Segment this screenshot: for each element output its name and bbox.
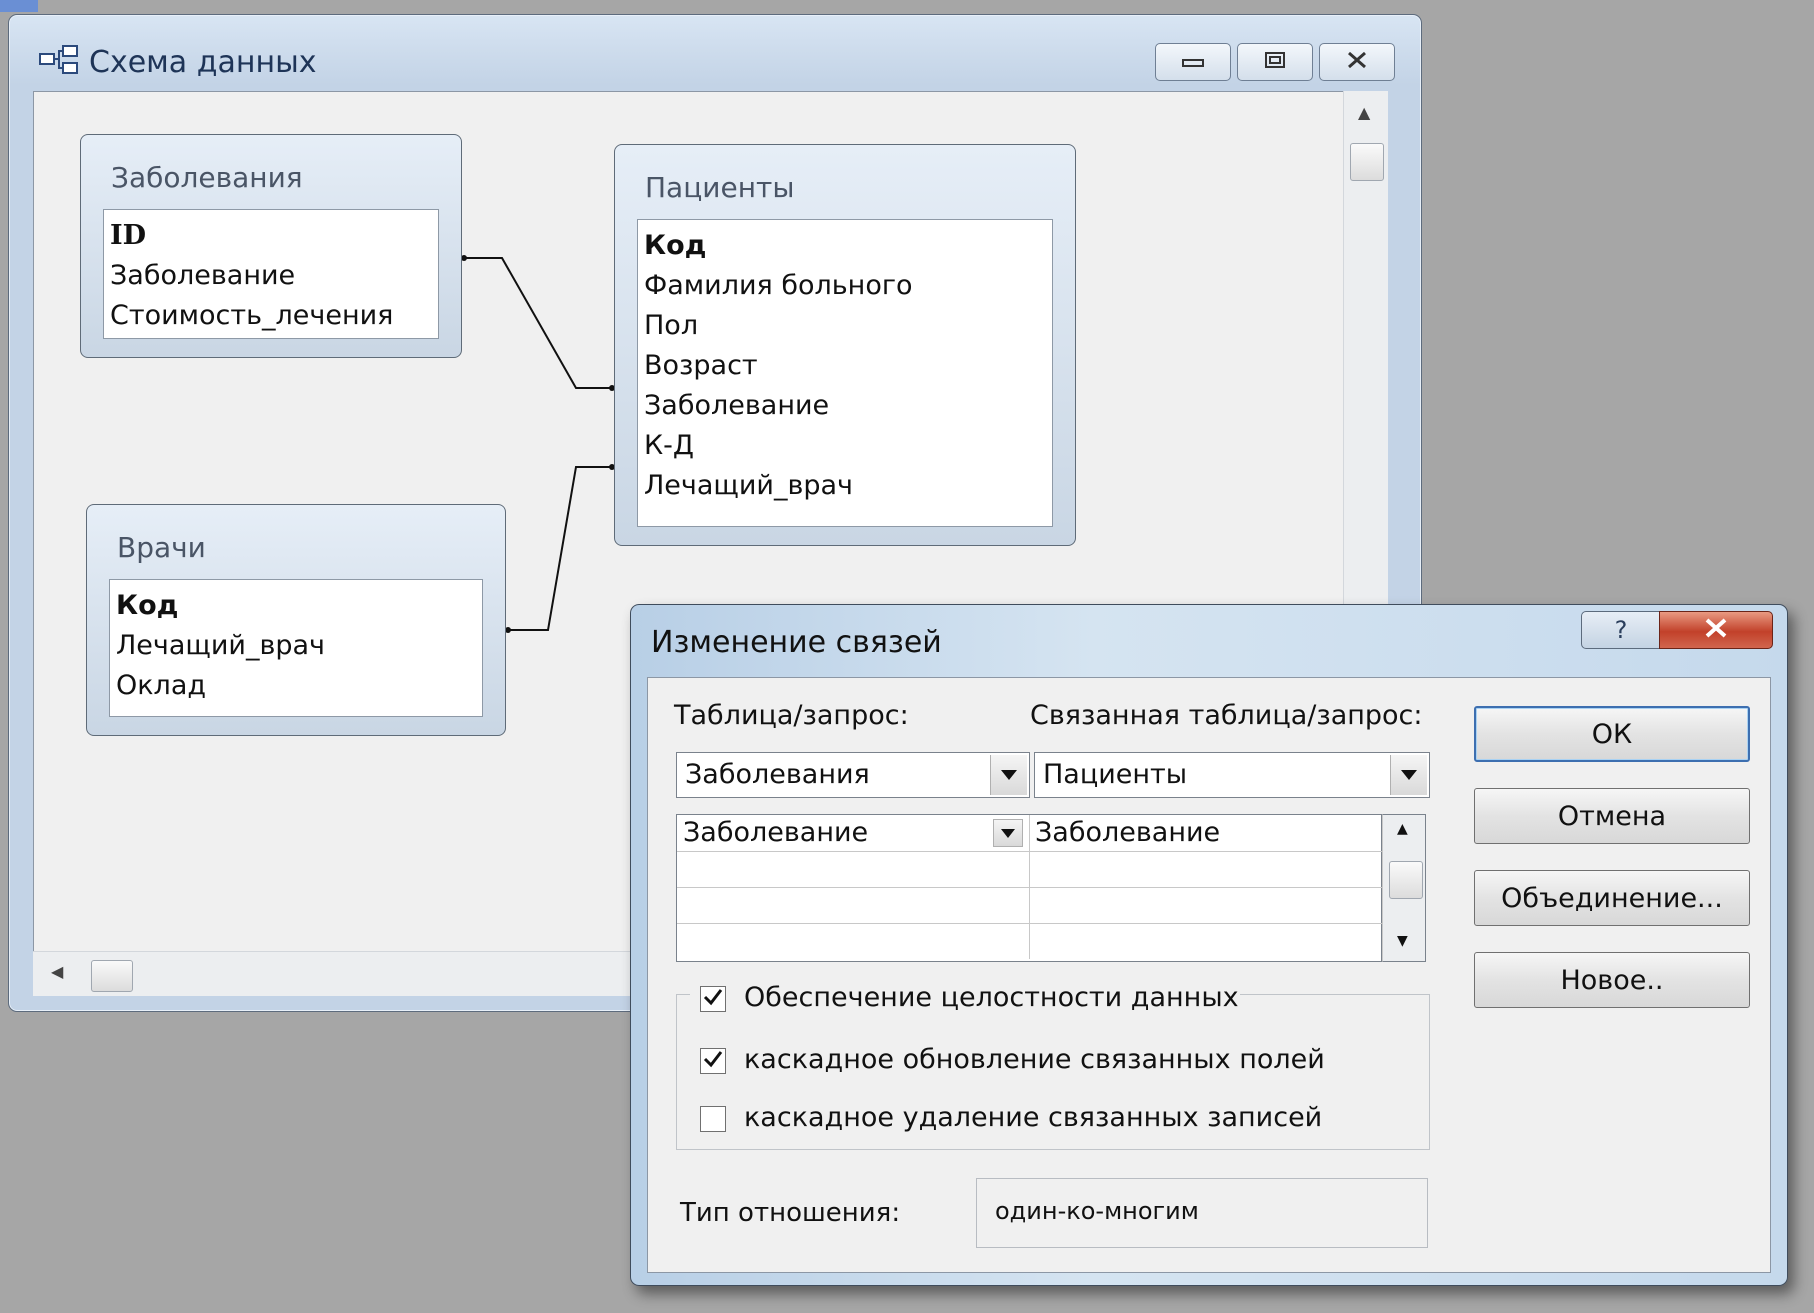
field-item[interactable]: Код bbox=[116, 586, 476, 626]
field-item[interactable]: К-Д bbox=[644, 426, 1046, 466]
field-list: Код Фамилия больного Пол Возраст Заболев… bbox=[637, 219, 1053, 527]
dialog-title: Изменение связей bbox=[651, 625, 942, 660]
field-item[interactable]: Заболевание bbox=[644, 386, 1046, 426]
relationship-type-value-field: один-ко-многим bbox=[976, 1178, 1428, 1248]
table-title: Заболевания bbox=[111, 161, 303, 194]
related-table-select[interactable]: Пациенты bbox=[1034, 752, 1430, 798]
cascade-delete-checkbox[interactable] bbox=[700, 1106, 726, 1132]
table-title: Врачи bbox=[117, 531, 206, 564]
table-diseases[interactable]: Заболевания ID Заболевание Стоимость_леч… bbox=[80, 134, 462, 358]
field-list: Код Лечащий_врач Оклад bbox=[109, 579, 483, 717]
chevron-down-icon[interactable] bbox=[990, 755, 1027, 795]
field-item[interactable]: Лечащий_врач bbox=[644, 466, 1046, 506]
related-table-label: Связанная таблица/запрос: bbox=[1030, 700, 1423, 731]
checkmark-icon bbox=[703, 1050, 723, 1072]
field-item[interactable]: Пол bbox=[644, 306, 1046, 346]
cascade-update-label[interactable]: каскадное обновление связанных полей bbox=[744, 1044, 1325, 1075]
enforce-integrity-label[interactable]: Обеспечение целостности данных bbox=[744, 982, 1239, 1013]
column-divider bbox=[1029, 815, 1030, 959]
dialog-close-button[interactable] bbox=[1659, 611, 1773, 649]
related-table-select-value: Пациенты bbox=[1043, 759, 1188, 790]
cancel-button[interactable]: Отмена bbox=[1474, 788, 1750, 844]
help-button[interactable]: ? bbox=[1581, 611, 1661, 649]
table-doctors[interactable]: Врачи Код Лечащий_врач Оклад bbox=[86, 504, 506, 736]
scroll-thumb[interactable] bbox=[1389, 861, 1423, 899]
table-patients[interactable]: Пациенты Код Фамилия больного Пол Возрас… bbox=[614, 144, 1076, 546]
create-new-button[interactable]: Новое.. bbox=[1474, 952, 1750, 1008]
join-type-button[interactable]: Объединение... bbox=[1474, 870, 1750, 926]
table-row[interactable]: Заболевание Заболевание bbox=[677, 815, 1385, 852]
field-item[interactable]: Возраст bbox=[644, 346, 1046, 386]
scroll-up-icon[interactable]: ▲ bbox=[1397, 821, 1408, 837]
checkmark-icon bbox=[703, 988, 723, 1010]
scroll-down-icon[interactable]: ▼ bbox=[1397, 933, 1408, 949]
link-diseases-patients bbox=[464, 257, 616, 389]
field-item[interactable]: ID bbox=[110, 216, 432, 256]
relationship-type-value: один-ко-многим bbox=[995, 1197, 1199, 1225]
table-row[interactable] bbox=[677, 923, 1385, 959]
relationship-type-label: Тип отношения: bbox=[680, 1198, 901, 1228]
table-query-label: Таблица/запрос: bbox=[674, 700, 909, 731]
link-doctors-patients bbox=[506, 466, 616, 631]
grid-scrollbar[interactable]: ▲ ▼ bbox=[1382, 814, 1426, 962]
close-icon bbox=[1702, 617, 1730, 643]
grid-cell[interactable]: Заболевание bbox=[683, 817, 868, 848]
field-item[interactable]: Код bbox=[644, 226, 1046, 266]
help-icon: ? bbox=[1614, 616, 1628, 644]
table-row[interactable] bbox=[677, 887, 1385, 924]
field-item[interactable]: Лечащий_врач bbox=[116, 626, 476, 666]
cascade-update-checkbox[interactable] bbox=[700, 1048, 726, 1074]
chevron-down-icon[interactable] bbox=[993, 819, 1023, 847]
table-select[interactable]: Заболевания bbox=[676, 752, 1030, 798]
enforce-integrity-checkbox[interactable] bbox=[700, 986, 726, 1012]
cascade-delete-label[interactable]: каскадное удаление связанных записей bbox=[744, 1102, 1322, 1133]
field-item[interactable]: Оклад bbox=[116, 666, 476, 706]
chevron-down-icon[interactable] bbox=[1390, 755, 1427, 795]
grid-cell[interactable]: Заболевание bbox=[1035, 817, 1220, 848]
field-item[interactable]: Стоимость_лечения bbox=[110, 296, 432, 336]
field-item[interactable]: Фамилия больного bbox=[644, 266, 1046, 306]
table-select-value: Заболевания bbox=[685, 759, 870, 790]
field-mapping-grid[interactable]: Заболевание Заболевание bbox=[676, 814, 1385, 962]
table-row[interactable] bbox=[677, 851, 1385, 888]
ok-button[interactable]: ОК bbox=[1474, 706, 1750, 762]
field-list: ID Заболевание Стоимость_лечения bbox=[103, 209, 439, 339]
field-item[interactable]: Заболевание bbox=[110, 256, 432, 296]
table-title: Пациенты bbox=[645, 171, 795, 204]
